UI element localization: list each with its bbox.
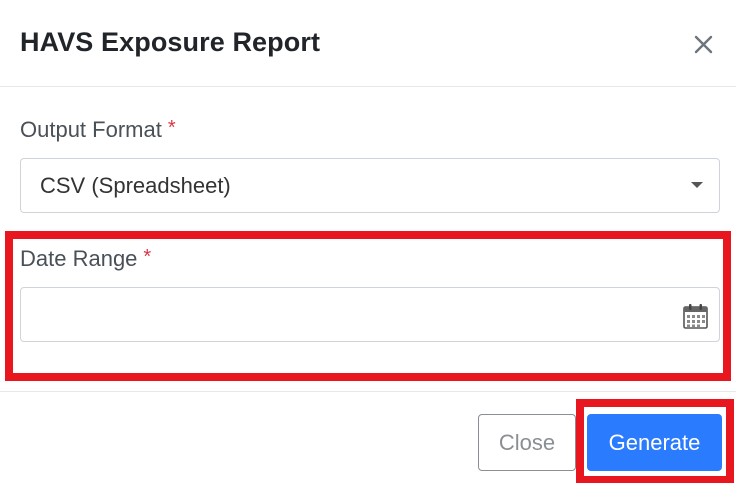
output-format-select[interactable]: CSV (Spreadsheet)	[20, 158, 720, 213]
output-format-selected-value: CSV (Spreadsheet)	[40, 173, 231, 198]
chevron-down-icon	[691, 182, 703, 188]
dialog-header: HAVS Exposure Report	[0, 0, 736, 87]
close-button[interactable]: Close	[478, 414, 576, 471]
date-range-label: Date Range *	[20, 244, 151, 275]
calendar-icon[interactable]	[682, 302, 710, 330]
output-format-label: Output Format *	[20, 115, 176, 146]
footer-divider	[0, 391, 736, 392]
required-marker: *	[167, 117, 176, 139]
havs-exposure-report-dialog: HAVS Exposure Report Output Format * CSV …	[0, 0, 736, 483]
date-range-input[interactable]	[20, 287, 720, 342]
date-range-label-text: Date Range	[20, 246, 138, 271]
close-icon[interactable]	[686, 27, 720, 61]
generate-button[interactable]: Generate	[587, 414, 722, 471]
dialog-title: HAVS Exposure Report	[20, 27, 321, 57]
output-format-label-text: Output Format	[20, 117, 162, 142]
required-marker: *	[143, 246, 152, 268]
